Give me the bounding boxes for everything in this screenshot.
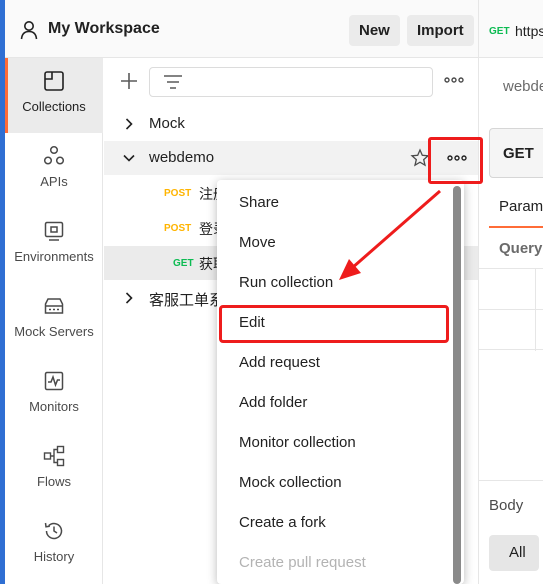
sidebar: Collections APIs Environments Mock Serve…: [5, 58, 103, 584]
collection-row-mock[interactable]: Mock: [104, 107, 478, 141]
annotation-highlight-more-button: [428, 137, 483, 184]
menu-item-label: Add request: [239, 354, 320, 371]
menu-item-label: Monitor collection: [239, 434, 356, 451]
filter-input[interactable]: [149, 67, 433, 97]
sidebar-item-environments[interactable]: Environments: [5, 208, 103, 283]
request-pane: GET https webdemo GET Params Query Body …: [478, 0, 543, 584]
all-filter-button[interactable]: All: [489, 535, 539, 571]
menu-item-label: Run collection: [239, 274, 334, 291]
sidebar-item-apis[interactable]: APIs: [5, 133, 103, 208]
menu-item-label: Move: [239, 234, 276, 251]
menu-item-label: Create a fork: [239, 514, 326, 531]
sidebar-item-label: Collections: [22, 99, 86, 114]
collections-icon: [44, 71, 64, 91]
chevron-right-icon[interactable]: [121, 116, 137, 132]
menu-item-label: Share: [239, 194, 280, 211]
menu-item-create-pull-request: Create pull request: [217, 544, 453, 584]
sidebar-item-mock-servers[interactable]: Mock Servers: [5, 283, 103, 358]
mock-servers-icon: [44, 298, 64, 314]
workspace-header: My Workspace New Import: [5, 0, 478, 58]
method-badge: GET: [173, 258, 194, 269]
collection-name: Mock: [149, 115, 185, 132]
sidebar-item-history[interactable]: History: [5, 508, 103, 583]
sidebar-item-label: Flows: [37, 474, 71, 489]
plus-icon[interactable]: [118, 70, 140, 92]
chevron-right-icon[interactable]: [121, 290, 137, 306]
tab-url: https: [515, 23, 543, 39]
all-filter-label: All: [509, 544, 526, 561]
sidebar-item-monitors[interactable]: Monitors: [5, 358, 103, 433]
more-options-icon[interactable]: [442, 72, 466, 88]
import-button[interactable]: Import: [407, 15, 474, 46]
sidebar-item-label: Mock Servers: [14, 324, 94, 339]
menu-item-add-folder[interactable]: Add folder: [217, 384, 453, 424]
flows-icon: [43, 445, 65, 467]
menu-item-run-collection[interactable]: Run collection: [217, 264, 453, 304]
menu-item-move[interactable]: Move: [217, 224, 453, 264]
tab-method: GET: [489, 26, 510, 37]
method-label: GET: [503, 145, 534, 162]
menu-item-create-fork[interactable]: Create a fork: [217, 504, 453, 544]
collection-context-menu: Share Move Run collection Edit Add reque…: [217, 180, 464, 584]
body-label: Body: [489, 497, 524, 514]
chevron-down-icon[interactable]: [121, 150, 137, 166]
environments-icon: [44, 221, 64, 241]
params-table[interactable]: [479, 268, 543, 351]
sidebar-item-label: History: [33, 549, 75, 564]
sidebar-item-collections[interactable]: Collections: [5, 58, 103, 133]
star-icon[interactable]: [410, 148, 430, 168]
menu-item-label: Create pull request: [239, 554, 366, 571]
history-icon: [44, 522, 63, 540]
method-badge: POST: [164, 188, 192, 199]
new-button[interactable]: New: [349, 15, 400, 46]
menu-item-label: Mock collection: [239, 474, 342, 491]
sidebar-item-label: Environments: [14, 249, 94, 264]
method-badge: POST: [164, 223, 192, 234]
filter-icon: [164, 75, 182, 89]
menu-item-share[interactable]: Share: [217, 184, 453, 224]
sidebar-item-label: APIs: [40, 174, 68, 189]
annotation-highlight-edit: [219, 305, 449, 343]
response-body-section: Body All: [479, 480, 543, 584]
apis-icon: [43, 145, 65, 165]
active-tab-indicator: [489, 226, 543, 228]
workspace-title[interactable]: My Workspace: [48, 20, 160, 38]
menu-item-monitor-collection[interactable]: Monitor collection: [217, 424, 453, 464]
menu-item-label: Add folder: [239, 394, 308, 411]
request-tab[interactable]: GET https: [479, 0, 543, 58]
collection-row-webdemo[interactable]: webdemo: [104, 141, 478, 175]
tab-params[interactable]: Params: [499, 198, 543, 215]
query-params-heading: Query: [499, 240, 543, 257]
menu-item-add-request[interactable]: Add request: [217, 344, 453, 384]
user-icon: [20, 21, 38, 40]
monitors-icon: [44, 371, 64, 391]
collection-name: webdemo: [149, 149, 215, 166]
sidebar-item-label: Monitors: [29, 399, 79, 414]
method-select[interactable]: GET: [489, 128, 543, 178]
menu-item-mock-collection[interactable]: Mock collection: [217, 464, 453, 504]
sidebar-item-flows[interactable]: Flows: [5, 433, 103, 508]
menu-scrollbar[interactable]: [453, 186, 461, 584]
request-name[interactable]: webdemo: [503, 78, 543, 95]
